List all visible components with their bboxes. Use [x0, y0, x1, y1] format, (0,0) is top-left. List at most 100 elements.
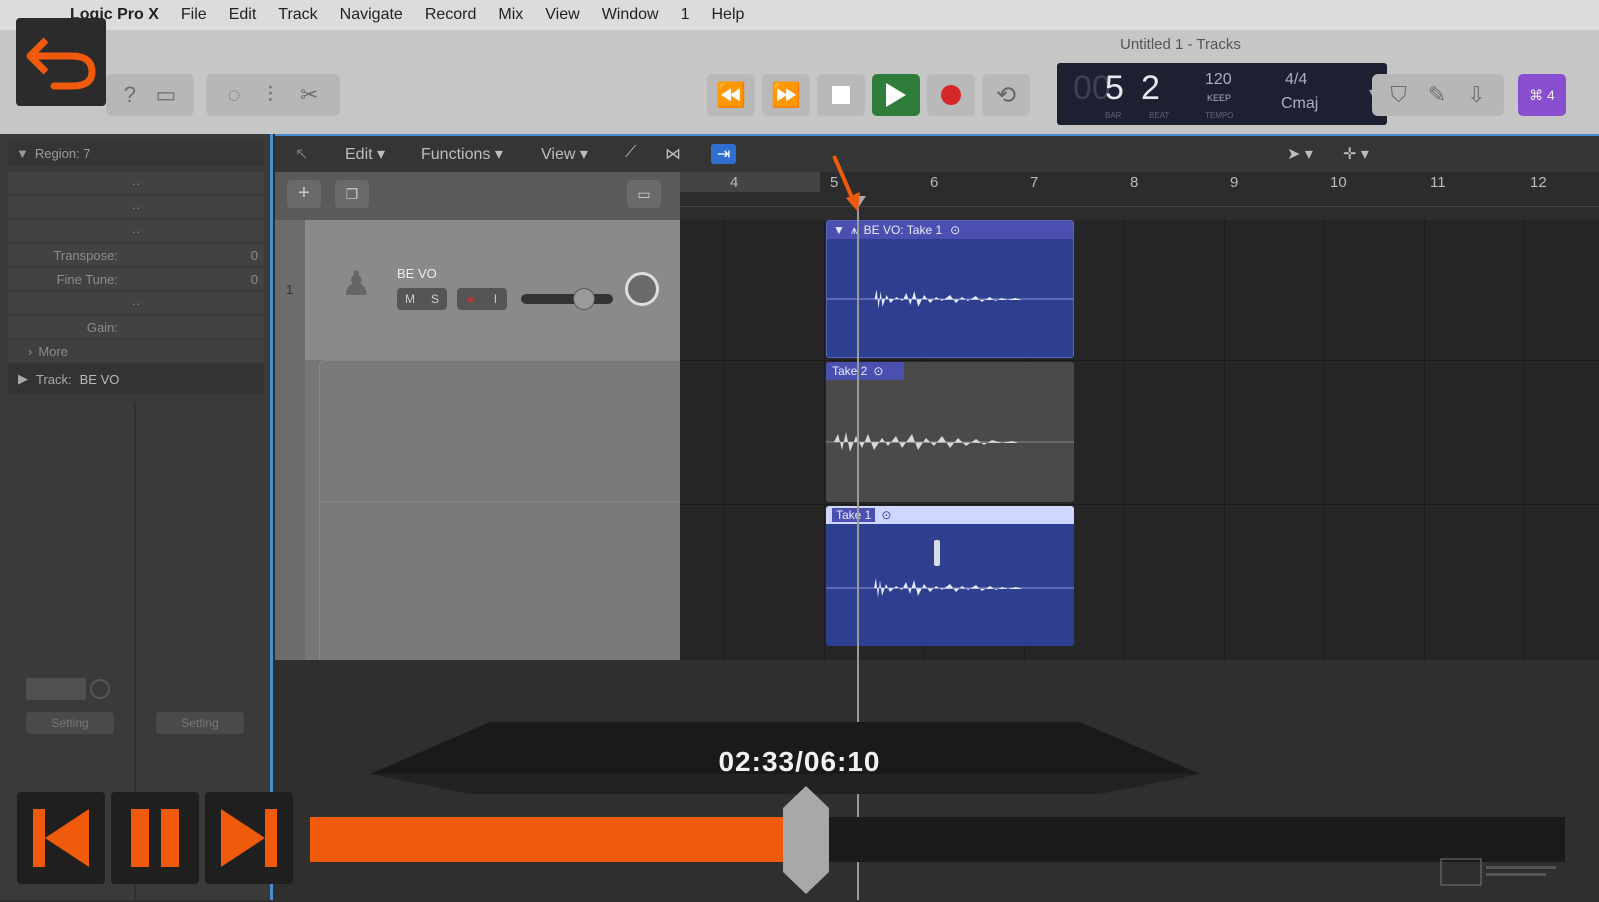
- progress-handle[interactable]: [782, 786, 829, 894]
- volume-slider[interactable]: [521, 294, 613, 304]
- take-menu-icon[interactable]: ⊙: [873, 364, 883, 378]
- pointer-tool-icon[interactable]: ➤ ▾: [1287, 144, 1313, 164]
- menu-track[interactable]: Track: [278, 6, 317, 24]
- functions-menu[interactable]: Functions ▾: [421, 144, 503, 164]
- scissors-icon[interactable]: ✂: [300, 82, 318, 108]
- smart-controls-icon[interactable]: ◌: [227, 82, 240, 108]
- view-menu[interactable]: View ▾: [541, 144, 588, 164]
- take-1-label: Take 1: [832, 508, 876, 522]
- ruler-bar-6: 6: [930, 174, 939, 191]
- track-name[interactable]: BE VO: [397, 266, 437, 281]
- cycle-area[interactable]: [680, 172, 820, 192]
- take-folder-region[interactable]: ▼ ⩚ BE VO: Take 1 ⊙: [826, 220, 1074, 358]
- take-2-region[interactable]: Take 2 ⊙: [826, 362, 1074, 502]
- lcd-display[interactable]: 00 5 2 BAR BEAT 120 KEEP TEMPO 4/4 Cmaj …: [1057, 63, 1387, 125]
- focus-border: [270, 134, 273, 900]
- marquee-tool-icon[interactable]: ✛ ▾: [1343, 144, 1369, 164]
- pencil-icon[interactable]: ✎: [1428, 82, 1446, 108]
- pause-button[interactable]: [111, 792, 199, 884]
- pan-knob[interactable]: [625, 272, 659, 306]
- ruler-bar-10: 10: [1330, 174, 1347, 191]
- menu-edit[interactable]: Edit: [229, 6, 257, 24]
- undo-arrow-icon: [26, 37, 96, 90]
- stop-button[interactable]: [817, 74, 865, 116]
- edit-menu[interactable]: Edit ▾: [345, 144, 385, 164]
- orange-arrow-icon: [832, 155, 860, 212]
- mixer-icon[interactable]: ⫶: [268, 82, 274, 108]
- ruler-baseline: [680, 206, 1599, 207]
- volume-knob[interactable]: [573, 288, 595, 310]
- quick-help-icon[interactable]: ?: [124, 82, 136, 108]
- edit-menu-label: Edit: [345, 146, 373, 163]
- pause-icon: [131, 809, 179, 867]
- inspector-row-blank: ··: [8, 172, 264, 194]
- shield-icon[interactable]: ⛉: [1390, 82, 1407, 108]
- region-header[interactable]: ▼ Region: 7: [8, 140, 264, 166]
- play-button[interactable]: [872, 74, 920, 116]
- take-1-region[interactable]: Take 1 ⊙: [826, 506, 1074, 646]
- add-track-button[interactable]: +: [287, 180, 321, 208]
- rewind-button[interactable]: ⏪: [707, 74, 755, 116]
- track-row[interactable]: ♟ BE VO M S ● I: [305, 220, 680, 360]
- global-tracks-button[interactable]: ▭: [627, 180, 661, 208]
- tracks-workspace[interactable]: ▼ ⩚ BE VO: Take 1 ⊙ Take 2 ⊙ Take 1 ⊙: [680, 220, 1599, 660]
- take-folder-lanes: [319, 360, 681, 660]
- duplicate-track-button[interactable]: ❐: [335, 180, 369, 208]
- input-monitor-button[interactable]: I: [494, 292, 497, 306]
- mute-button[interactable]: M: [405, 292, 415, 306]
- menu-file[interactable]: File: [181, 6, 207, 24]
- channel-link-icon[interactable]: [90, 679, 110, 699]
- avatar-badge[interactable]: ⌘ 4: [1518, 74, 1566, 116]
- bar-ruler[interactable]: 4 5 6 7 8 9 10 11 12: [680, 172, 1599, 220]
- cycle-icon: ⟲: [995, 81, 1017, 109]
- lcd-tempo-sub: TEMPO: [1205, 111, 1234, 120]
- mouse-cursor: [934, 540, 940, 566]
- menu-record[interactable]: Record: [425, 6, 477, 24]
- next-button[interactable]: [205, 792, 293, 884]
- record-button[interactable]: [927, 74, 975, 116]
- record-enable-icon[interactable]: ●: [467, 292, 474, 306]
- download-icon[interactable]: ⇩: [1467, 82, 1485, 108]
- transpose-row[interactable]: Transpose: 0: [8, 244, 264, 266]
- menu-window[interactable]: Window: [602, 6, 659, 24]
- progress-fill: [310, 817, 806, 862]
- flex-icon[interactable]: ⋈: [665, 144, 681, 164]
- ruler-bar-8: 8: [1130, 174, 1139, 191]
- functions-menu-label: Functions: [421, 146, 491, 163]
- finetune-row[interactable]: Fine Tune: 0: [8, 268, 264, 290]
- cycle-button[interactable]: ⟲: [982, 74, 1030, 116]
- playhead-line[interactable]: [857, 200, 859, 900]
- automation-icon[interactable]: ⟋: [625, 144, 636, 162]
- toolbar-toggle-icon[interactable]: ▭: [155, 82, 176, 108]
- disclosure-open-icon: ▼: [16, 145, 29, 161]
- editor-buttons-group: ◌ ⫶ ✂: [206, 74, 340, 116]
- take-1-header[interactable]: Take 1 ⊙: [826, 506, 1074, 524]
- take-2-header[interactable]: Take 2 ⊙: [826, 362, 904, 380]
- back-arrow-icon[interactable]: ↖: [295, 144, 308, 164]
- menu-view[interactable]: View: [545, 6, 579, 24]
- disclosure-closed-icon: ›: [28, 343, 33, 359]
- previous-button[interactable]: [17, 792, 105, 884]
- menu-navigate[interactable]: Navigate: [340, 6, 403, 24]
- back-button[interactable]: [16, 18, 106, 106]
- setting-button-left[interactable]: Setting: [26, 712, 114, 734]
- fast-forward-button[interactable]: ⏩: [762, 74, 810, 116]
- play-icon: [886, 83, 906, 107]
- transpose-value: 0: [250, 247, 258, 263]
- menu-help[interactable]: Help: [712, 6, 745, 24]
- setting-button-right[interactable]: Setting: [156, 712, 244, 734]
- more-row[interactable]: › More: [8, 340, 264, 362]
- track-header[interactable]: ▶ Track: BE VO: [8, 364, 264, 394]
- solo-button[interactable]: S: [431, 292, 439, 306]
- record-icon: [941, 85, 961, 105]
- track-number: 1: [286, 282, 294, 297]
- take-menu-icon[interactable]: ⊙: [950, 223, 960, 237]
- mute-solo-group: M S: [397, 288, 447, 310]
- gain-row[interactable]: Gain:: [8, 316, 264, 338]
- take-folder-header[interactable]: ▼ ⩚ BE VO: Take 1 ⊙: [827, 221, 1073, 239]
- take-menu-icon[interactable]: ⊙: [881, 508, 891, 522]
- menu-1[interactable]: 1: [681, 6, 690, 24]
- catch-icon[interactable]: ⇥: [711, 144, 737, 164]
- menu-mix[interactable]: Mix: [498, 6, 523, 24]
- stop-icon: [832, 86, 850, 104]
